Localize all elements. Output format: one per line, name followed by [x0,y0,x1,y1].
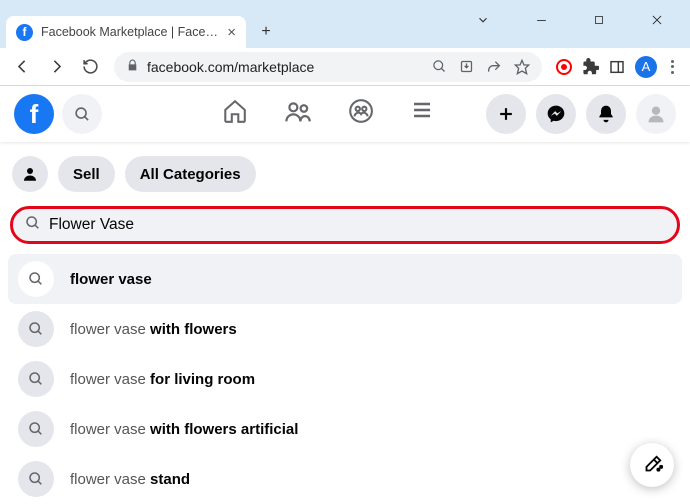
home-icon[interactable] [222,98,248,131]
url-text: facebook.com/marketplace [147,59,424,75]
facebook-header: f [0,86,690,142]
friends-icon[interactable] [284,98,312,131]
search-icon [25,215,41,236]
install-icon[interactable] [459,59,474,74]
new-tab-button[interactable]: + [252,18,280,46]
side-panel-icon[interactable] [609,59,625,75]
facebook-search-button[interactable] [62,94,102,134]
facebook-favicon: f [16,24,33,41]
reload-button[interactable] [76,53,104,81]
record-extension-icon[interactable] [556,59,572,75]
profile-pill[interactable] [12,156,48,192]
messenger-button[interactable] [536,94,576,134]
suggestion-item[interactable]: flower vase with flowers artificial [8,404,682,454]
star-icon[interactable] [514,59,530,75]
notifications-button[interactable] [586,94,626,134]
window-controls [464,10,690,30]
browser-menu-button[interactable] [667,56,678,78]
suggestion-item[interactable]: flower vase for living room [8,354,682,404]
menu-icon[interactable] [410,98,434,131]
search-icon[interactable] [432,59,447,74]
browser-tab[interactable]: f Facebook Marketplace | Facebook × [6,16,246,48]
suggestion-text: flower vase with flowers artificial [70,421,298,438]
marketplace-search-input[interactable] [49,216,665,234]
extensions-icon[interactable] [582,58,599,75]
lock-icon [126,59,139,75]
tab-close-button[interactable]: × [227,24,236,41]
omnibox-icons [432,59,530,75]
profile-avatar[interactable]: A [635,56,657,78]
suggestion-item[interactable]: flower vase with flowers [8,304,682,354]
maximize-button[interactable] [580,10,618,30]
suggestion-item[interactable]: flower vase stand [8,454,682,504]
suggestion-text: flower vase with flowers [70,321,237,338]
minimize-button[interactable] [522,10,560,30]
marketplace-toolbar: Sell All Categories [0,142,690,202]
account-avatar[interactable] [636,94,676,134]
create-button[interactable] [486,94,526,134]
search-icon [18,261,54,297]
search-suggestions: flower vase flower vase with flowers flowe… [0,250,690,504]
tab-title: Facebook Marketplace | Facebook [41,25,219,39]
forward-button[interactable] [42,53,70,81]
address-bar[interactable]: facebook.com/marketplace [114,52,542,82]
close-button[interactable] [638,10,676,30]
share-icon[interactable] [486,59,502,75]
suggestion-text: flower vase [70,271,152,288]
search-icon [18,361,54,397]
sell-button[interactable]: Sell [58,156,115,192]
chevron-down-icon[interactable] [464,10,502,30]
suggestion-text: flower vase stand [70,471,190,488]
search-icon [18,411,54,447]
all-categories-button[interactable]: All Categories [125,156,256,192]
search-icon [18,461,54,497]
suggestion-item[interactable]: flower vase [8,254,682,304]
marketplace-search-box[interactable] [10,206,680,244]
facebook-logo[interactable]: f [14,94,54,134]
back-button[interactable] [8,53,36,81]
suggestion-text: flower vase for living room [70,371,255,388]
search-icon [18,311,54,347]
extension-icons: A [552,56,682,78]
edit-fab[interactable] [630,443,674,487]
groups-icon[interactable] [348,98,374,131]
browser-toolbar: facebook.com/marketplace A [0,48,690,86]
